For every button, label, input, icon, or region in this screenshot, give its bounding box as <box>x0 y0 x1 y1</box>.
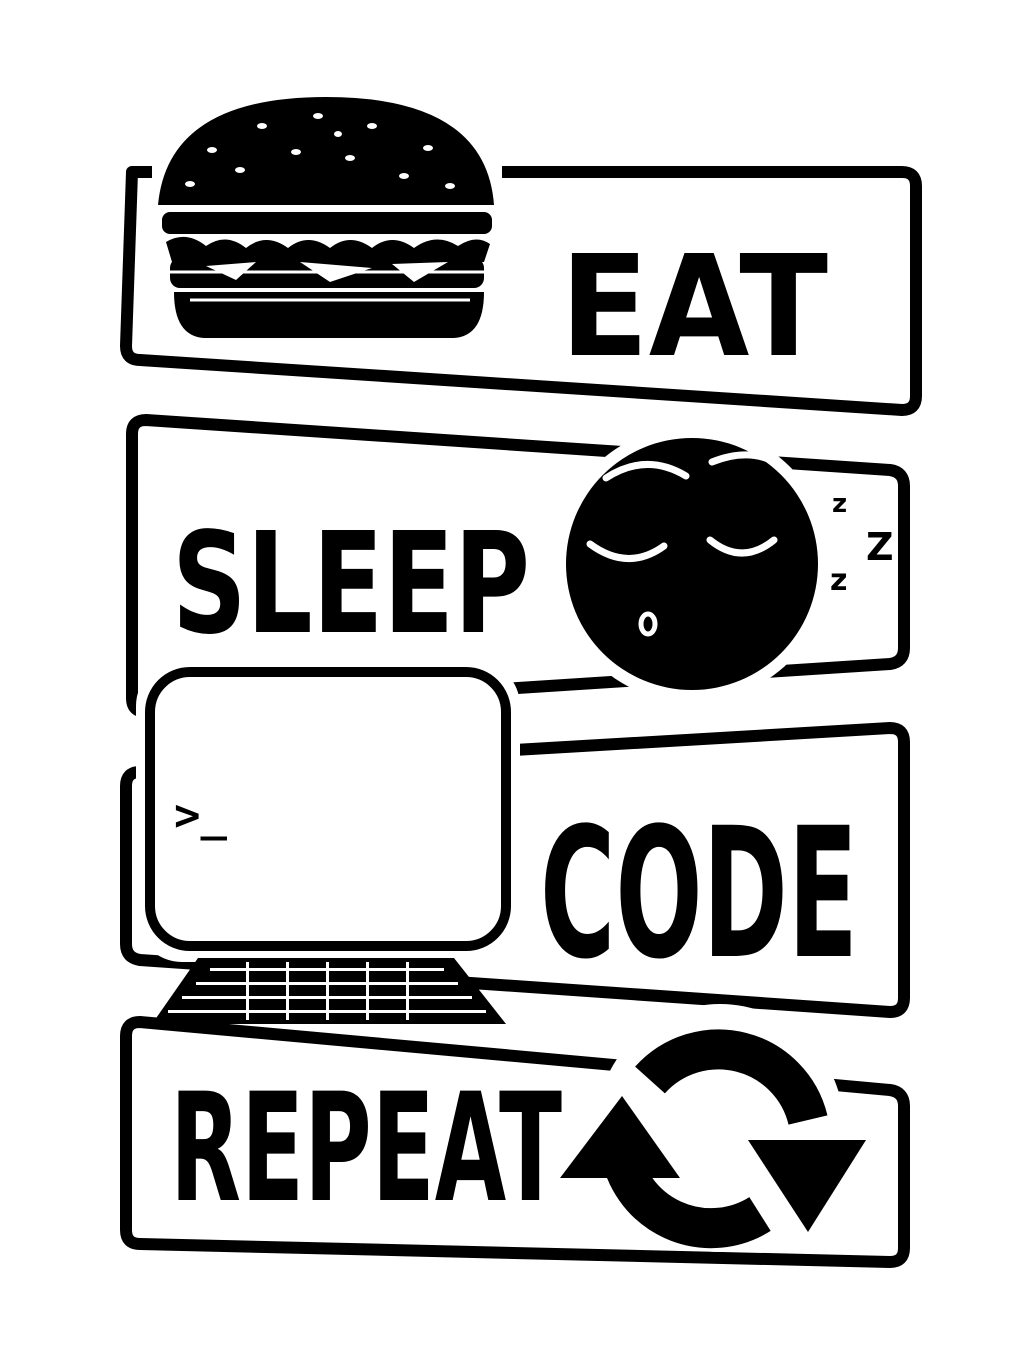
terminal-prompt: >_ <box>174 790 227 841</box>
code-panel: >_ CODE <box>120 660 910 1024</box>
poster: EAT SLEEP z Z z >_ CODE REPEAT <box>0 0 1034 1369</box>
eat-word: EAT <box>560 226 828 389</box>
zzz-letter-3: z <box>830 563 847 598</box>
eat-panel: EAT <box>120 97 922 416</box>
repeat-panel: REPEAT <box>120 1004 910 1268</box>
repeat-word: REPEAT <box>170 1062 562 1236</box>
code-word: CODE <box>540 790 858 999</box>
sleeping-face-icon <box>554 426 830 702</box>
zzz-letter-2: Z <box>866 525 894 569</box>
zzz-icon: z Z z <box>830 489 894 598</box>
burger-icon <box>158 97 494 338</box>
repeat-arrows-icon <box>560 1004 866 1252</box>
zzz-letter-1: z <box>832 489 847 519</box>
laptop-icon: >_ <box>136 660 520 1024</box>
sleep-word: SLEEP <box>172 503 530 666</box>
poster-artwork: EAT SLEEP z Z z >_ CODE REPEAT <box>120 97 922 1268</box>
